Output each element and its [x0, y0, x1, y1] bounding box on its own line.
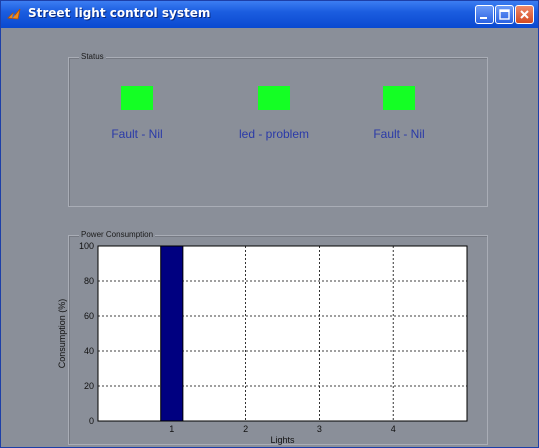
x-tick-label: 1 [169, 424, 174, 434]
y-axis-label: Consumption (%) [57, 299, 67, 369]
x-tick-label: 2 [243, 424, 248, 434]
y-tick-label: 0 [89, 416, 94, 426]
bar-light-1 [160, 245, 184, 422]
y-tick-label: 60 [84, 311, 94, 321]
x-tick-label: 4 [391, 424, 396, 434]
plot-area [97, 245, 468, 422]
x-tick-label: 3 [317, 424, 322, 434]
y-tick-label: 40 [84, 346, 94, 356]
y-tick-label: 80 [84, 276, 94, 286]
bars [160, 245, 184, 422]
y-tick-label: 20 [84, 381, 94, 391]
x-axis-label: Lights [270, 435, 295, 445]
power-consumption-chart: 0 20 40 60 80 100 1 2 3 4 Lights Consumption (%) [57, 241, 468, 445]
app-window: Street light control system Status Fault… [0, 0, 539, 448]
y-tick-label: 100 [79, 241, 94, 251]
